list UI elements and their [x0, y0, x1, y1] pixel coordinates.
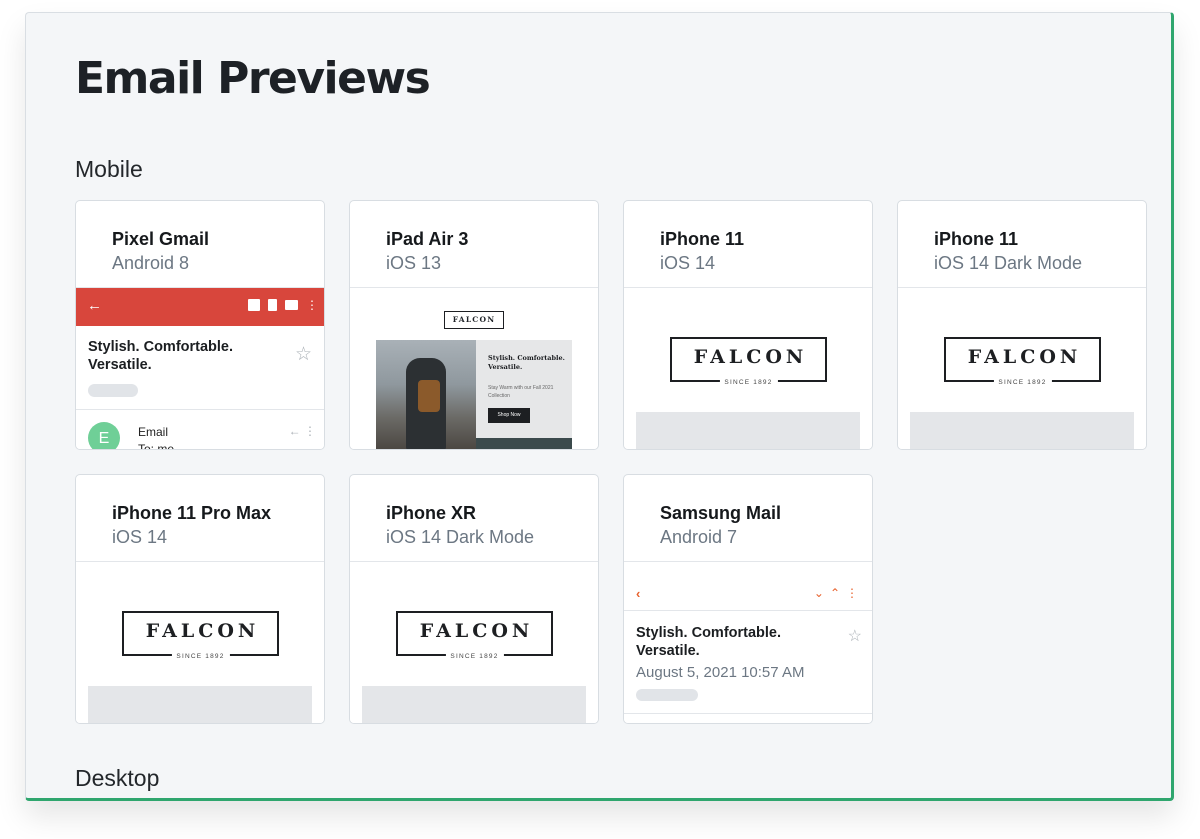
mail-icon	[285, 300, 298, 310]
divider	[624, 610, 872, 611]
star-icon: ☆	[847, 628, 862, 645]
label-placeholder	[88, 384, 138, 397]
card-os: Android 7	[660, 527, 738, 547]
back-arrow-icon: ←	[87, 297, 102, 314]
falcon-logo: FALCON SINCE 1892	[396, 611, 553, 660]
trash-icon	[268, 299, 277, 311]
email-thumbnail: ← ⋮ Stylish. Comfortable. Versatile. ☆ E…	[76, 288, 324, 450]
preview-card-iphone-11-dark[interactable]: iPhone 11 iOS 14 Dark Mode FALCON SINCE …	[897, 200, 1147, 450]
card-header: iPhone XR iOS 14 Dark Mode	[350, 475, 598, 562]
preview-card-iphone-11-pro-max[interactable]: iPhone 11 Pro Max iOS 14 FALCON SINCE 18…	[75, 474, 325, 724]
hiker-photo	[376, 340, 476, 449]
preview-card-ipad-air-3[interactable]: iPad Air 3 iOS 13 FALCON Stylish. Comfor…	[349, 200, 599, 450]
section-title-mobile: Mobile	[75, 156, 143, 182]
divider	[76, 409, 324, 410]
card-header: Samsung Mail Android 7	[624, 475, 872, 562]
card-os: iOS 14	[660, 253, 716, 273]
email-thumbnail: FALCON SINCE 1892	[624, 288, 872, 449]
promo-headline: Stylish. Comfortable. Versatile.	[488, 354, 565, 371]
samsung-toolbar: ‹ ⌄⌃⋮	[624, 562, 872, 610]
back-icon: ‹	[636, 586, 641, 601]
card-name: iPhone 11	[660, 229, 745, 249]
page-title: Email Previews	[75, 53, 431, 104]
backpack-shape	[418, 380, 440, 412]
card-name: iPhone XR	[386, 503, 477, 523]
card-name: Pixel Gmail	[112, 229, 210, 249]
gmail-toolbar: ← ⋮	[76, 288, 324, 326]
card-header: iPhone 11 iOS 14	[624, 201, 872, 288]
card-name: iPhone 11 Pro Max	[112, 503, 272, 523]
card-name: iPad Air 3	[386, 229, 469, 249]
preview-card-samsung-mail[interactable]: Samsung Mail Android 7 ‹ ⌄⌃⋮ Stylish. Co…	[623, 474, 873, 724]
card-os: iOS 13	[386, 253, 442, 273]
reply-icon: ← ⋮	[288, 424, 316, 438]
nav-icons: ⌄⌃⋮	[813, 586, 864, 600]
card-name: iPhone 11	[934, 229, 1019, 249]
promo-panel: Stylish. Comfortable. Versatile. Stay Wa…	[476, 340, 572, 449]
avatar: E	[88, 422, 120, 449]
card-os: iOS 14	[112, 527, 168, 547]
card-header: iPhone 11 iOS 14 Dark Mode	[898, 201, 1146, 288]
email-thumbnail: ‹ ⌄⌃⋮ Stylish. Comfortable. Versatile. ☆…	[624, 562, 872, 723]
divider	[624, 713, 872, 714]
archive-icon	[248, 299, 260, 311]
falcon-logo: FALCON SINCE 1892	[670, 337, 827, 386]
ipad-email-frame: FALCON Stylish. Comfortable. Versatile. …	[362, 300, 586, 449]
email-thumbnail: FALCON SINCE 1892	[898, 288, 1146, 449]
card-os: Android 8	[112, 253, 190, 273]
email-subject: Stylish. Comfortable. Versatile.	[636, 625, 782, 659]
shop-now-button: Shop Now	[488, 408, 530, 423]
card-header: Pixel Gmail Android 8	[76, 201, 324, 288]
preview-card-pixel-gmail[interactable]: Pixel Gmail Android 8 ← ⋮ Stylish. Comfo…	[75, 200, 325, 450]
label-placeholder	[636, 689, 698, 701]
section-title-desktop: Desktop	[75, 765, 160, 791]
star-icon: ☆	[294, 344, 312, 365]
email-thumbnail: FALCON SINCE 1892	[76, 562, 324, 723]
sender-recipient: To: me	[138, 442, 175, 450]
falcon-logo: FALCON SINCE 1892	[944, 337, 1101, 386]
preview-card-iphone-11[interactable]: iPhone 11 iOS 14 FALCON SINCE 1892	[623, 200, 873, 450]
card-header: iPad Air 3 iOS 13	[350, 201, 598, 288]
falcon-logo: FALCON SINCE 1892	[122, 611, 279, 660]
promo-subtext: Stay Warm with our Fall 2021 Collection	[488, 385, 554, 399]
preview-card-iphone-xr[interactable]: iPhone XR iOS 14 Dark Mode FALCON SINCE …	[349, 474, 599, 724]
email-date: August 5, 2021 10:57 AM	[636, 664, 805, 681]
falcon-logo: FALCON	[444, 311, 504, 329]
card-header: iPhone 11 Pro Max iOS 14	[76, 475, 324, 562]
promo-photo-strip	[476, 438, 572, 449]
card-os: iOS 14 Dark Mode	[386, 527, 535, 547]
email-previews-panel: Email Previews Mobile Pixel Gmail Androi…	[25, 12, 1174, 801]
more-icon: ⋮	[306, 298, 318, 312]
email-subject: Stylish. Comfortable. Versatile.	[88, 339, 234, 373]
email-thumbnail: FALCON Stylish. Comfortable. Versatile. …	[350, 288, 598, 449]
email-thumbnail: FALCON SINCE 1892	[350, 562, 598, 723]
sender-name: Email	[138, 425, 169, 439]
card-name: Samsung Mail	[660, 503, 782, 523]
card-os: iOS 14 Dark Mode	[934, 253, 1083, 273]
